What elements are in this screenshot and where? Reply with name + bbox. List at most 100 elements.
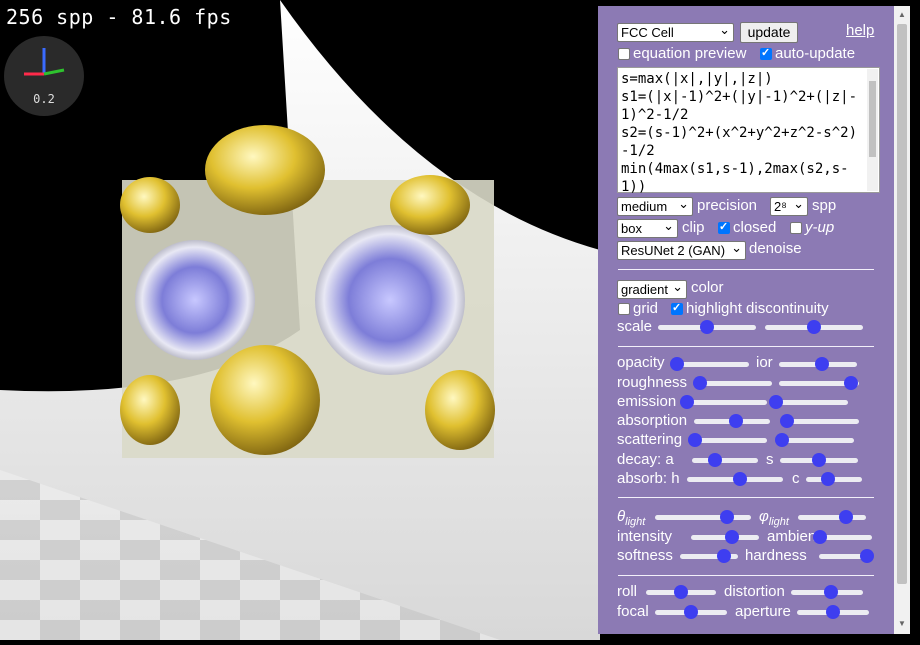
scale-slider-1[interactable] [658, 320, 756, 334]
divider [618, 346, 874, 347]
scroll-down-icon[interactable]: ▼ [898, 619, 906, 628]
theta-light-slider[interactable] [655, 510, 751, 524]
slider-thumb[interactable] [779, 414, 794, 428]
opacity-slider[interactable] [670, 357, 749, 371]
slider-thumb[interactable] [688, 433, 702, 447]
update-button[interactable]: update [740, 22, 798, 43]
equation-preview-checkbox[interactable] [618, 48, 630, 60]
scattering-slider-2[interactable] [775, 433, 854, 447]
scattering-slider[interactable] [688, 433, 767, 447]
slider-thumb[interactable] [732, 472, 747, 486]
slider-thumb[interactable] [775, 433, 789, 447]
control-panel: FCC Cell update help equation preview au… [598, 6, 894, 634]
spp-label: spp [812, 197, 837, 214]
hardness-slider[interactable] [819, 549, 874, 563]
absorption-slider[interactable] [694, 414, 770, 428]
color-select[interactable]: gradient [617, 278, 687, 299]
slider-thumb[interactable] [680, 395, 694, 409]
opacity-label: opacity [617, 354, 665, 371]
precision-select[interactable]: medium [617, 195, 693, 216]
slider-thumb[interactable] [813, 530, 827, 544]
decay-a-label: decay: a [617, 451, 674, 468]
softness-label: softness [617, 547, 673, 564]
highlight-discontinuity-checkbox[interactable] [671, 301, 683, 315]
roughness-label: roughness [617, 374, 688, 391]
absorption-label: absorption [617, 412, 688, 429]
absorption-slider-2[interactable] [779, 414, 859, 428]
aperture-slider[interactable] [797, 605, 869, 619]
ior-label: ior [756, 354, 773, 371]
slider-thumb[interactable] [674, 585, 688, 599]
theta-subscript: light [625, 516, 646, 528]
slider-thumb[interactable] [720, 510, 734, 524]
closed-label: closed [733, 219, 777, 236]
spp-select[interactable]: 2⁸ [770, 195, 808, 216]
y-up-checkbox[interactable] [790, 222, 802, 234]
absorb-h-slider[interactable] [687, 472, 783, 486]
axis-gizmo[interactable]: 0.2 [4, 36, 84, 116]
slider-thumb[interactable] [838, 510, 853, 524]
absorb-c-slider[interactable] [806, 472, 862, 486]
emission-slider[interactable] [680, 395, 767, 409]
emission-label: emission [617, 393, 677, 410]
phi-light-slider[interactable] [798, 510, 866, 524]
focal-slider[interactable] [655, 605, 727, 619]
phi-subscript: light [768, 516, 789, 528]
function-select[interactable]: FCC Cell [617, 21, 734, 42]
divider [618, 497, 874, 498]
intensity-label: intensity [617, 528, 673, 545]
theta-symbol: θ [617, 508, 626, 525]
slider-thumb[interactable] [807, 320, 821, 334]
scroll-up-icon[interactable]: ▲ [898, 10, 906, 19]
highlight-discontinuity-label: highlight discontinuity [686, 300, 829, 317]
slider-thumb[interactable] [823, 585, 838, 599]
closed-checkbox[interactable] [718, 220, 730, 234]
grid-checkbox[interactable] [618, 303, 630, 315]
slider-thumb[interactable] [826, 605, 840, 619]
slider-thumb[interactable] [693, 376, 707, 390]
absorb-h-label: absorb: h [617, 470, 680, 487]
slider-thumb[interactable] [844, 376, 858, 390]
roll-slider[interactable] [646, 585, 716, 599]
hardness-label: hardness [745, 547, 807, 564]
auto-update-checkbox[interactable] [760, 46, 772, 60]
roughness-slider-2[interactable] [779, 376, 859, 390]
slider-thumb[interactable] [728, 414, 743, 428]
slider-thumb[interactable] [812, 453, 826, 467]
roughness-slider[interactable] [693, 376, 772, 390]
intensity-slider[interactable] [691, 530, 759, 544]
scale-slider-2[interactable] [765, 320, 863, 334]
equation-scrollbar[interactable] [867, 69, 878, 191]
slider-thumb[interactable] [769, 395, 783, 409]
slider-thumb[interactable] [670, 357, 684, 371]
slider-thumb[interactable] [724, 530, 739, 544]
equation-preview-label: equation preview [633, 45, 747, 62]
equation-text: s=max(|x|,|y|,|z|) s1=(|x|-1)^2+(|y|-1)^… [621, 71, 858, 195]
clip-select[interactable]: box [617, 217, 678, 238]
slider-thumb[interactable] [821, 472, 836, 486]
scrollbar-thumb[interactable] [897, 24, 907, 584]
decay-a-slider[interactable] [692, 453, 758, 467]
denoise-label: denoise [749, 240, 802, 257]
slider-thumb[interactable] [700, 320, 714, 334]
ior-slider[interactable] [779, 357, 857, 371]
help-link[interactable]: help [846, 22, 874, 39]
slider-thumb[interactable] [859, 549, 874, 563]
aperture-label: aperture [735, 603, 791, 620]
emission-slider-2[interactable] [769, 395, 848, 409]
slider-thumb[interactable] [684, 605, 698, 619]
softness-slider[interactable] [680, 549, 738, 563]
slider-thumb[interactable] [814, 357, 829, 371]
equation-textarea[interactable]: s=max(|x|,|y|,|z|) s1=(|x|-1)^2+(|y|-1)^… [617, 67, 880, 195]
distortion-slider[interactable] [791, 585, 863, 599]
divider [618, 575, 874, 576]
panel-scrollbar[interactable]: ▲ ▼ [894, 6, 910, 634]
decay-s-slider[interactable] [780, 453, 858, 467]
slider-thumb[interactable] [708, 453, 723, 467]
gizmo-value: 0.2 [33, 92, 55, 106]
denoise-select[interactable]: ResUNet 2 (GAN) [617, 239, 746, 260]
ambient-slider[interactable] [813, 530, 872, 544]
focal-label: focal [617, 603, 649, 620]
slider-thumb[interactable] [716, 549, 731, 563]
color-label: color [691, 279, 724, 296]
